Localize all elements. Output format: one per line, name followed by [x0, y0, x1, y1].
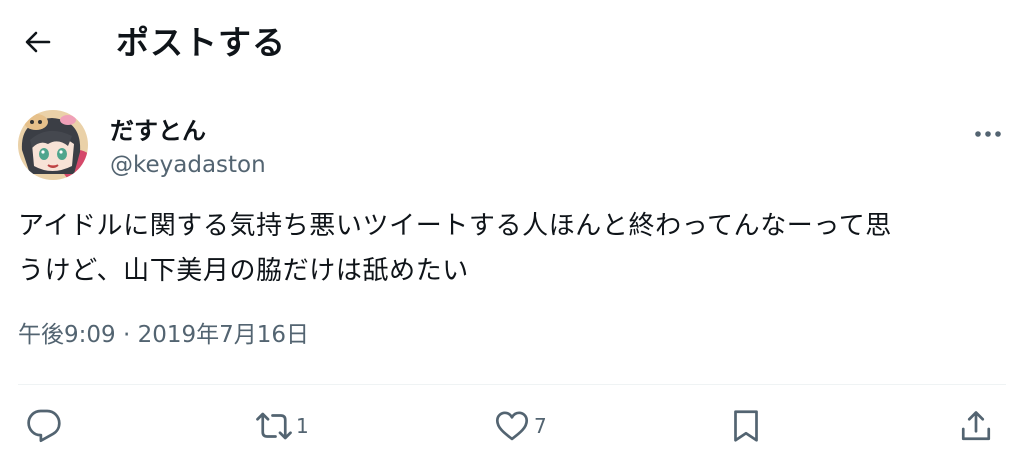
page-title: ポストする: [116, 23, 286, 62]
back-arrow-icon[interactable]: [22, 26, 54, 58]
tweet-text-line: アイドルに関する気持ち悪いツイートする人ほんと終わってんなーって思: [18, 211, 892, 241]
display-name[interactable]: だすとん: [110, 116, 206, 146]
avatar[interactable]: [18, 110, 88, 180]
more-options-icon[interactable]: [970, 116, 1006, 152]
retweet-count: 1: [296, 414, 309, 438]
reply-icon: [27, 409, 61, 443]
divider: [18, 384, 1006, 385]
tweet-text: アイドルに関する気持ち悪いツイートする人ほんと終わってんなーって思 うけど、山下…: [18, 204, 1008, 294]
bookmark-button[interactable]: [728, 406, 764, 446]
heart-icon: [495, 411, 529, 441]
bookmark-icon: [734, 410, 758, 442]
tweet-author: だすとん @keyadaston: [18, 108, 1008, 188]
share-button[interactable]: [958, 406, 994, 446]
reply-button[interactable]: [26, 406, 62, 446]
top-bar: ポストする: [0, 0, 1024, 86]
user-handle[interactable]: @keyadaston: [110, 150, 266, 180]
tweet-text-line: うけど、山下美月の脇だけは舐めたい: [18, 256, 469, 286]
like-button[interactable]: 7: [494, 406, 547, 446]
tweet-timestamp[interactable]: 午後9:09 · 2019年7月16日: [18, 318, 309, 352]
like-count: 7: [534, 414, 547, 438]
action-bar: 1 7: [0, 400, 1024, 456]
retweet-button[interactable]: 1: [256, 406, 309, 446]
share-icon: [961, 411, 991, 441]
retweet-icon: [256, 412, 292, 440]
